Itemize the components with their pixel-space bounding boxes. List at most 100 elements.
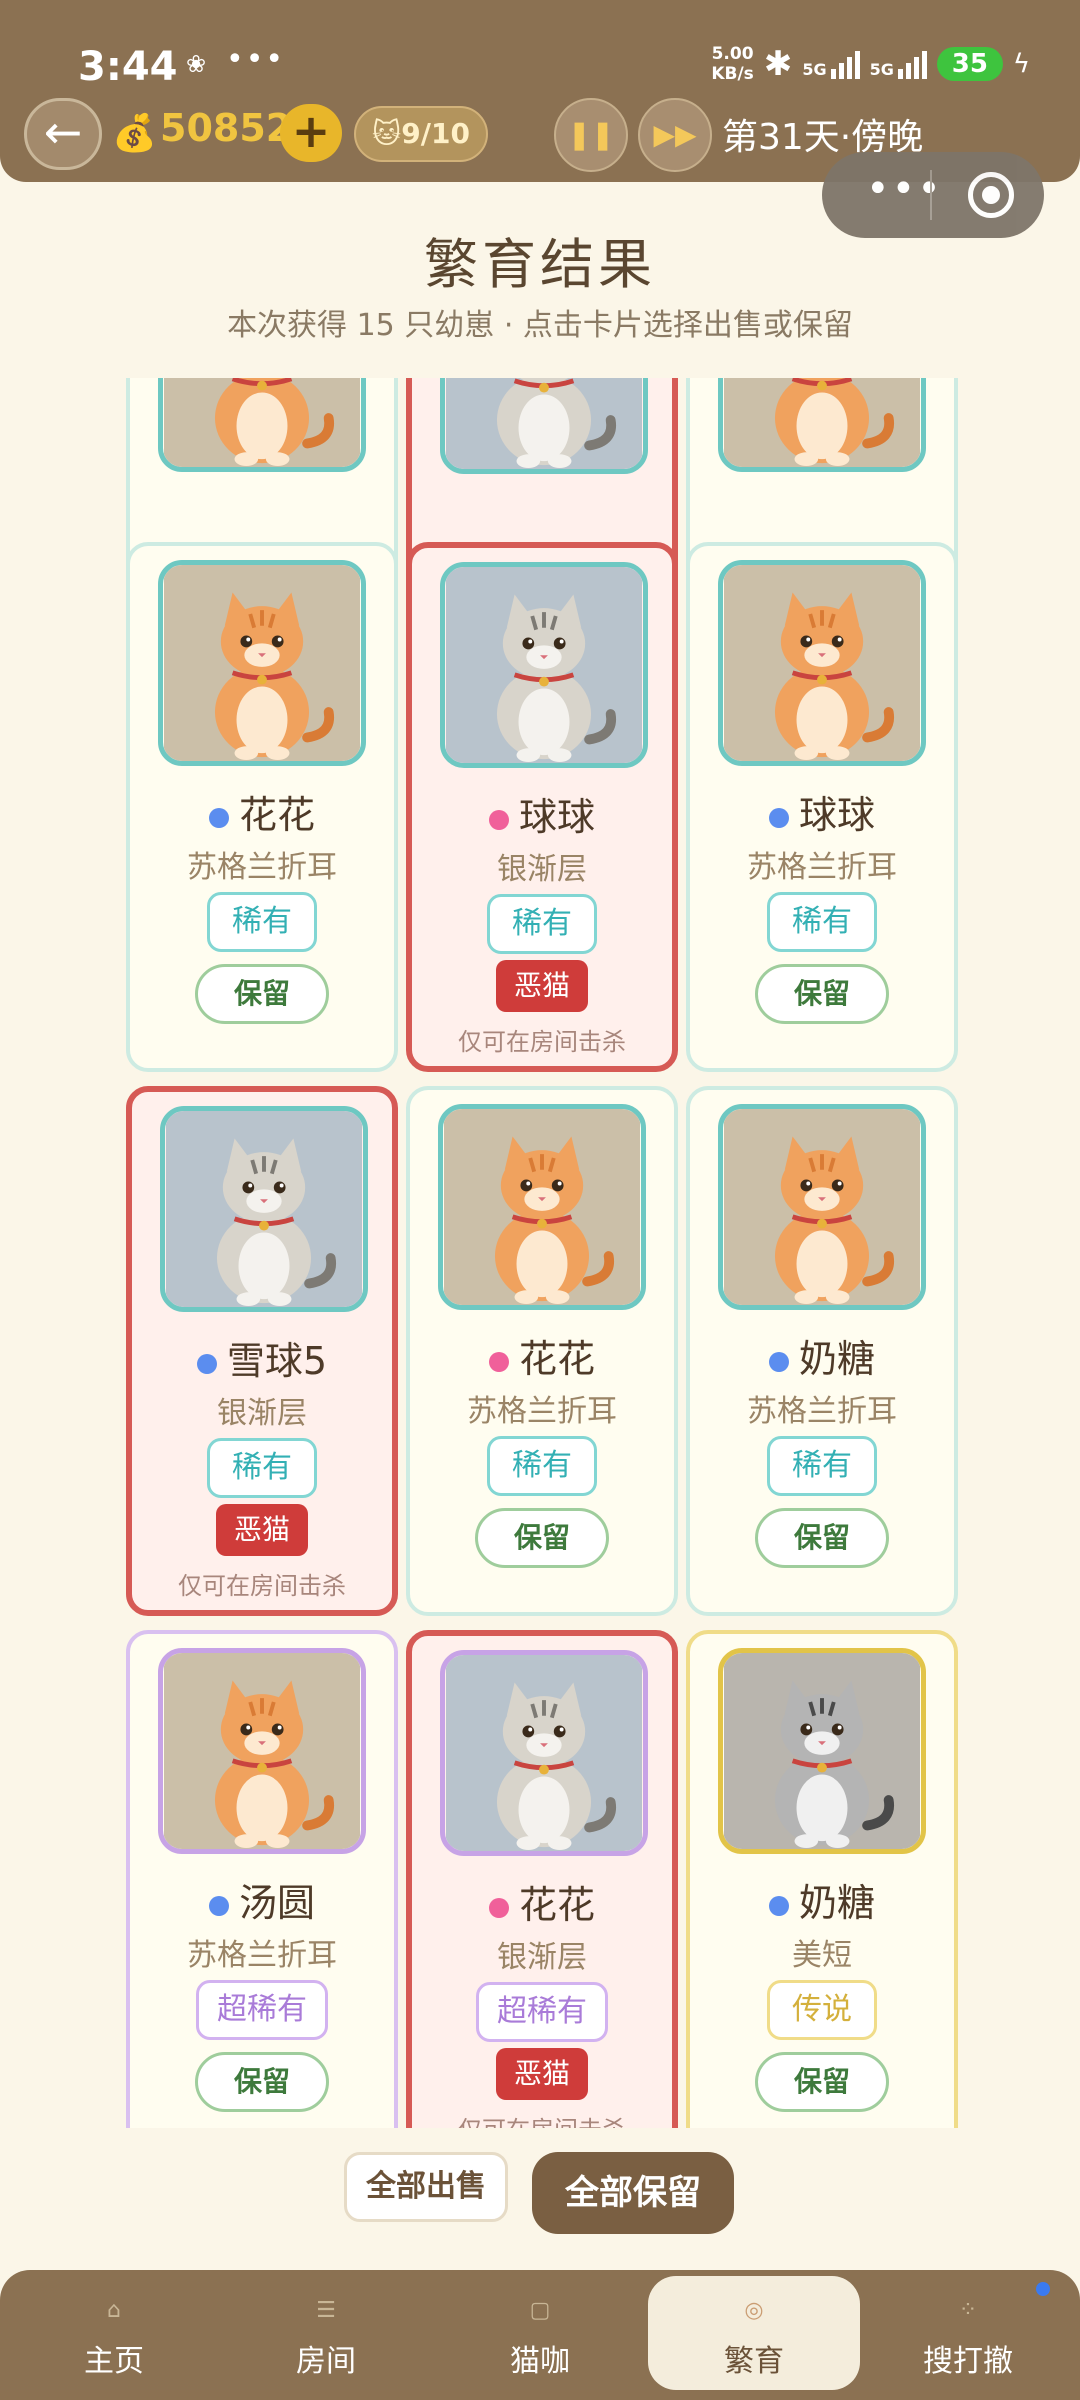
status-right: 5.00 KB/s ✱ 5G 5G 35 ϟ	[711, 44, 1030, 84]
cat-image	[444, 1109, 640, 1305]
status-time: 3:44	[78, 44, 178, 90]
evil-cat-badge: 恶猫	[496, 2048, 588, 2100]
nav-tab-label: 繁育	[724, 2344, 784, 2379]
cat-image	[724, 1653, 920, 1849]
cat-image	[164, 565, 360, 761]
rarity-badge: 稀有	[207, 1438, 317, 1498]
evil-cat-note: 仅可在房间击杀	[458, 1028, 626, 1056]
cat-image	[164, 378, 360, 467]
signal-1: 5G	[802, 49, 860, 79]
cat-image	[724, 565, 920, 761]
rarity-badge: 稀有	[487, 894, 597, 954]
rarity-badge: 超稀有	[476, 1982, 608, 2042]
cat-portrait	[160, 1106, 368, 1312]
kitten-breed: 苏格兰折耳	[747, 850, 897, 885]
kitten-card[interactable]: 奶糖 苏格兰折耳 稀有 保留	[686, 1086, 958, 1616]
kitten-card[interactable]: 球球银渐层稀有恶猫仅可在房间击杀	[406, 542, 678, 1072]
cat-portrait	[438, 1104, 646, 1310]
cat-count-badge: 🐱9/10	[354, 106, 488, 162]
close-miniprogram-button[interactable]	[968, 172, 1014, 218]
gender-dot-icon	[768, 1895, 789, 1916]
gender-dot-icon	[196, 1353, 217, 1374]
breed-icon: ◎	[744, 2298, 764, 2323]
network-speed: 5.00 KB/s	[711, 44, 754, 84]
sell-all-button[interactable]: 全部出售	[344, 2152, 508, 2222]
cat-image	[446, 1655, 642, 1851]
signal-2: 5G	[870, 49, 927, 79]
cat-portrait	[440, 562, 648, 768]
cat-image	[164, 1653, 360, 1849]
nav-tab-1[interactable]: ⌂ 主页	[8, 2270, 220, 2400]
fast-forward-button[interactable]: ▶▶	[638, 98, 712, 172]
nav-tab-label: 房间	[296, 2344, 356, 2379]
nav-tab-5[interactable]: ⁘ 搜打撤	[862, 2270, 1074, 2400]
nav-tab-2[interactable]: ☰ 房间	[220, 2270, 432, 2400]
kitten-breed: 银渐层	[497, 852, 587, 887]
add-coins-button[interactable]: +	[280, 104, 342, 162]
back-button[interactable]: ←	[24, 98, 102, 170]
room-icon: ☰	[316, 2298, 336, 2323]
nav-tab-3[interactable]: ▢ 猫咖	[434, 2270, 646, 2400]
kitten-card[interactable]: 汤圆 苏格兰折耳 超稀有 保留	[126, 1630, 398, 2128]
coin-balance: 50852	[160, 106, 293, 150]
keep-button[interactable]: 保留	[755, 2052, 889, 2112]
cat-image	[446, 378, 642, 469]
cat-portrait	[158, 1648, 366, 1854]
page-title: 繁育结果	[424, 233, 656, 296]
keep-button[interactable]: 保留	[195, 2052, 329, 2112]
cat-portrait	[158, 560, 366, 766]
kitten-name: 球球	[412, 786, 672, 841]
kitten-name: 汤圆	[130, 1872, 394, 1927]
kitten-card[interactable]: 球球苏格兰折耳稀有保留	[686, 542, 958, 1072]
cat-portrait	[718, 378, 926, 472]
kitten-name: 球球	[690, 784, 954, 839]
arrow-left-icon: ←	[43, 105, 83, 159]
gender-dot-icon	[208, 1895, 229, 1916]
kitten-breed: 银渐层	[217, 1396, 307, 1431]
battery-indicator: 35	[936, 47, 1003, 81]
evil-cat-note: 仅可在房间击杀	[178, 1572, 346, 1600]
kitten-name: 花花	[410, 1328, 674, 1383]
keep-button[interactable]: 保留	[475, 1508, 609, 1568]
kitten-card[interactable]: 奶糖 美短 传说 保留	[686, 1630, 958, 2128]
cat-portrait	[718, 560, 926, 766]
kitten-breed: 美短	[792, 1938, 852, 1973]
evil-cat-badge: 恶猫	[216, 1504, 308, 1556]
capsule-divider	[930, 170, 932, 220]
keep-button[interactable]: 保留	[755, 1508, 889, 1568]
kitten-name: 花花	[130, 784, 394, 839]
cat-portrait	[440, 1650, 648, 1856]
gender-dot-icon	[488, 1897, 509, 1918]
keep-button[interactable]: 保留	[195, 964, 329, 1024]
kitten-breed: 苏格兰折耳	[747, 1394, 897, 1429]
kitten-breed: 苏格兰折耳	[467, 1394, 617, 1429]
money-bag-icon: 💰	[112, 113, 157, 154]
kitten-card[interactable]: 花花 苏格兰折耳 稀有 保留	[126, 542, 398, 1072]
kitten-breed: 银渐层	[497, 1940, 587, 1975]
keep-all-button[interactable]: 全部保留	[532, 2152, 734, 2234]
cat-face-icon: 🐱	[372, 117, 402, 150]
rarity-badge: 稀有	[767, 892, 877, 952]
charging-icon: ϟ	[1012, 49, 1030, 79]
pause-button[interactable]: ❚❚	[554, 98, 628, 172]
kitten-name: 雪球5	[132, 1330, 392, 1385]
kitten-card[interactable]: 花花银渐层超稀有恶猫仅可在房间击杀	[406, 1630, 678, 2128]
paw-notification-icon: ❀	[186, 50, 207, 78]
keep-button[interactable]: 保留	[755, 964, 889, 1024]
signal-bars-icon	[830, 49, 860, 79]
bottom-nav: ⌂ 主页 ☰ 房间 ▢ 猫咖 ◎ 繁育 ⁘ 搜打撤	[0, 2270, 1080, 2400]
gender-dot-icon	[208, 807, 229, 828]
kitten-name: 奶糖	[690, 1872, 954, 1927]
cat-image	[446, 567, 642, 763]
evil-cat-badge: 恶猫	[496, 960, 588, 1012]
kitten-card[interactable]: 花花苏格兰折耳稀有保留	[406, 1086, 678, 1616]
nav-tab-4[interactable]: ◎ 繁育	[648, 2276, 860, 2390]
kitten-card[interactable]: 雪球5 银渐层稀有恶猫仅可在房间击杀	[126, 1086, 398, 1616]
page-subtitle: 本次获得 15 只幼崽 · 点击卡片选择出售或保留	[227, 308, 853, 343]
rarity-badge: 传说	[767, 1980, 877, 2040]
rarity-badge: 超稀有	[196, 1980, 328, 2040]
gender-dot-icon	[488, 809, 509, 830]
rarity-badge: 稀有	[487, 1436, 597, 1496]
target-icon	[982, 186, 1000, 204]
pause-icon: ❚❚	[567, 118, 615, 151]
